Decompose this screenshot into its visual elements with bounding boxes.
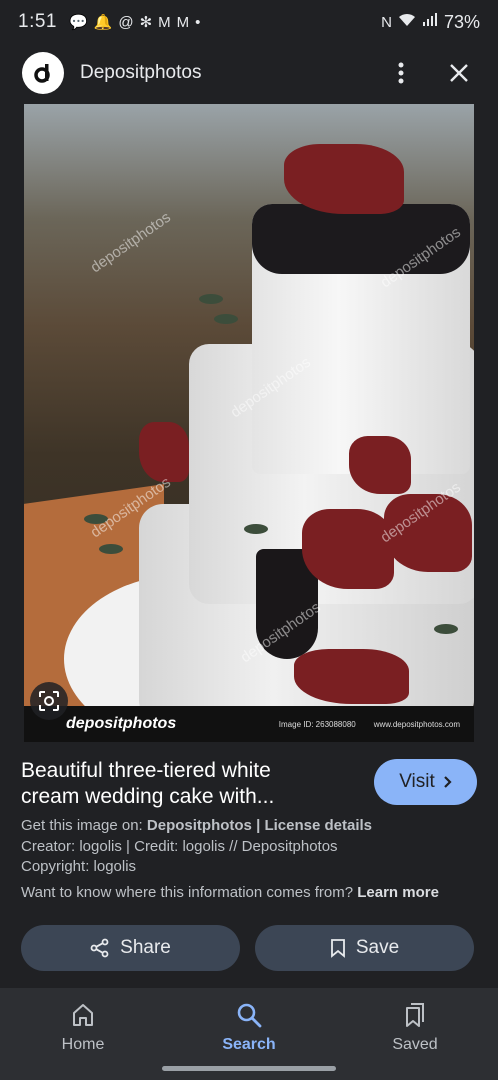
image-title-line2: cream wedding cake with... <box>21 785 275 808</box>
nav-search-label: Search <box>222 1036 276 1053</box>
get-image-line: Get this image on: Depositphotos | Licen… <box>21 816 477 837</box>
chevron-right-icon <box>444 776 452 788</box>
bookmarks-icon <box>406 1003 424 1027</box>
bell-icon: 🔔 <box>93 14 113 31</box>
bookmark-icon <box>330 939 345 958</box>
watermark: depositphotos <box>87 208 174 277</box>
home-icon <box>73 1004 93 1026</box>
get-image-prefix: Get this image on: <box>21 817 143 834</box>
preview-image[interactable]: depositphotos depositphotos depositphoto… <box>24 104 474 742</box>
image-title[interactable]: Beautiful three-tiered white cream weddi… <box>21 758 321 810</box>
eucalyptus-leaf <box>244 524 268 534</box>
copyright-line: Copyright: logolis <box>21 858 137 875</box>
info-source-line: Want to know where this information come… <box>21 884 477 901</box>
image-credit-bar: depositphotos Image ID: 263088080 www.de… <box>24 706 474 742</box>
nav-home[interactable]: Home <box>0 988 166 1080</box>
gesture-handle[interactable] <box>162 1066 336 1071</box>
license-details-link[interactable]: License details <box>264 817 372 834</box>
action-buttons: Share Save <box>21 925 474 971</box>
save-button[interactable]: Save <box>255 925 474 971</box>
depositphotos-logo-icon <box>22 52 64 94</box>
more-options-icon[interactable] <box>384 56 418 90</box>
search-icon <box>237 1003 262 1028</box>
pomegranate <box>302 509 394 589</box>
nav-saved[interactable]: Saved <box>332 988 498 1080</box>
separator: | <box>256 817 261 834</box>
eucalyptus-leaf <box>199 294 223 304</box>
eucalyptus-leaf <box>214 314 238 324</box>
share-button[interactable]: Share <box>21 925 240 971</box>
source-title: Depositphotos <box>80 62 202 83</box>
share-icon <box>90 938 109 958</box>
eucalyptus-leaf <box>434 624 458 634</box>
signal-icon <box>422 13 438 31</box>
pomegranate <box>284 144 404 214</box>
wifi-icon <box>398 13 416 31</box>
pomegranate <box>294 649 409 704</box>
footer-brand: depositphotos <box>66 715 177 732</box>
visit-button[interactable]: Visit <box>374 759 477 805</box>
share-label: Share <box>120 937 171 958</box>
nav-saved-label: Saved <box>392 1036 438 1053</box>
lens-search-icon[interactable] <box>30 682 68 720</box>
close-icon[interactable] <box>442 56 476 90</box>
image-metadata: Get this image on: Depositphotos | Licen… <box>21 816 477 878</box>
app-header: Depositphotos <box>0 44 498 102</box>
save-label: Save <box>355 937 400 958</box>
learn-prefix: Want to know where this information come… <box>21 884 354 901</box>
status-bar: 1:51 💬 🔔 @ ✻ M M • N 73% <box>0 0 498 44</box>
eucalyptus-leaf <box>99 544 123 554</box>
dot-icon: • <box>195 13 201 31</box>
gmail-icon: M <box>176 13 190 31</box>
chat-icon: 💬 <box>68 14 88 31</box>
learn-more-link[interactable]: Learn more <box>357 884 439 901</box>
nav-home-label: Home <box>61 1036 105 1053</box>
creator-line: Creator: logolis | Credit: logolis // De… <box>21 837 338 855</box>
pinwheel-icon: ✻ <box>139 14 153 31</box>
battery-level: 73% <box>443 11 480 32</box>
source-link[interactable]: Depositphotos <box>147 817 252 834</box>
gmail-icon: M <box>158 13 171 31</box>
threads-icon: @ <box>118 13 134 31</box>
nfc-icon: N <box>381 13 392 31</box>
status-time: 1:51 <box>18 11 57 32</box>
site-url: www.depositphotos.com <box>373 719 460 729</box>
notification-icons: 💬 🔔 @ ✻ M M • <box>68 13 201 32</box>
image-title-line1: Beautiful three-tiered white <box>21 759 271 782</box>
pomegranate <box>349 436 411 494</box>
system-icons: N 73% <box>381 12 480 33</box>
image-id: Image ID: 263088080 <box>278 719 356 729</box>
visit-label: Visit <box>399 771 435 792</box>
